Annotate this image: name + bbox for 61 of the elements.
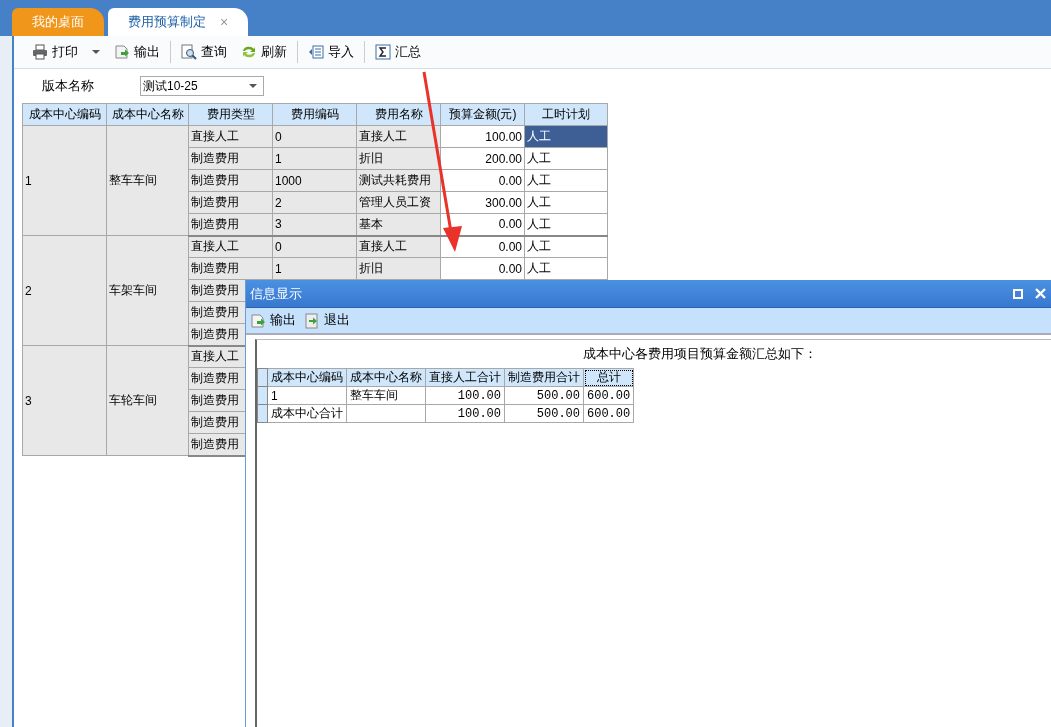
toolbar-button[interactable]: 导入 — [308, 43, 354, 61]
column-header[interactable]: 费用类型 — [188, 103, 273, 126]
export-icon — [114, 44, 130, 60]
table-cell: 3 — [22, 345, 107, 456]
table-cell: 600.00 — [583, 386, 634, 405]
table-cell: 500.00 — [504, 386, 584, 405]
toolbar-button[interactable]: 刷新 — [241, 43, 287, 61]
tab[interactable]: 费用预算制定 × — [108, 8, 249, 36]
row-header[interactable] — [257, 404, 268, 423]
table-cell: 0.00 — [440, 257, 525, 280]
table-cell: 600.00 — [583, 404, 634, 423]
table-cell: 1 — [22, 125, 107, 236]
version-dropdown[interactable]: 测试10-25 — [140, 76, 264, 96]
table-cell[interactable]: 人工 — [524, 235, 608, 258]
printer-icon — [32, 44, 48, 60]
table-cell: 200.00 — [440, 147, 525, 170]
field-label: 版本名称 — [42, 77, 95, 95]
column-header[interactable]: 成本中心编码 — [267, 368, 347, 387]
table-cell: 整车车间 — [346, 386, 426, 405]
column-header[interactable]: 制造费用合计 — [504, 368, 584, 387]
summary-caption: 成本中心各费用项目预算金额汇总如下： — [581, 346, 818, 363]
table-cell: 1 — [267, 386, 347, 405]
table-cell: 2 — [22, 235, 107, 346]
table-cell: 300.00 — [440, 191, 525, 214]
refresh-icon — [241, 44, 257, 60]
table-cell[interactable]: 人工 — [524, 257, 608, 280]
toolbar-button[interactable]: 打印 — [32, 43, 100, 61]
table-cell: 0.00 — [440, 169, 525, 192]
table-cell: 车轮车间 — [106, 345, 189, 456]
toolbar-button[interactable]: 查询 — [181, 43, 227, 61]
column-header[interactable]: 成本中心名称 — [106, 103, 189, 126]
table-cell[interactable]: 人工 — [524, 147, 608, 170]
table-cell[interactable]: 人工 — [524, 213, 608, 236]
column-header[interactable]: 成本中心名称 — [346, 368, 426, 387]
column-header[interactable]: 工时计划 — [524, 103, 608, 126]
table-cell: 100.00 — [425, 386, 505, 405]
toolbar-button[interactable]: 输出 — [114, 43, 160, 61]
table-cell[interactable]: 人工 — [524, 191, 608, 214]
column-header[interactable]: 直接人工合计 — [425, 368, 505, 387]
column-header[interactable]: 成本中心编码 — [22, 103, 107, 126]
export-icon — [250, 312, 266, 329]
import-icon — [308, 44, 324, 60]
table-cell: 100.00 — [425, 404, 505, 423]
table-cell: 成本中心合计 — [267, 404, 347, 423]
sigma-icon — [375, 44, 391, 60]
close-icon[interactable] — [1035, 288, 1046, 299]
exit-icon — [304, 312, 320, 329]
column-header[interactable]: 总计 — [583, 368, 634, 387]
column-header[interactable]: 预算金额(元) — [440, 103, 525, 126]
column-header[interactable]: 费用编码 — [272, 103, 357, 126]
table-cell: 500.00 — [504, 404, 584, 423]
table-cell[interactable]: 人工 — [524, 169, 608, 192]
maximize-icon[interactable] — [1013, 288, 1023, 299]
search-icon — [181, 44, 197, 60]
table-cell: 100.00 — [440, 125, 525, 148]
toolbar-button[interactable]: 退出 — [304, 312, 350, 329]
table-cell: 车架车间 — [106, 235, 189, 346]
column-header[interactable]: 费用名称 — [356, 103, 441, 126]
toolbar-button[interactable]: 汇总 — [375, 43, 421, 61]
row-header[interactable] — [257, 386, 268, 405]
table-cell: 整车车间 — [106, 125, 189, 236]
